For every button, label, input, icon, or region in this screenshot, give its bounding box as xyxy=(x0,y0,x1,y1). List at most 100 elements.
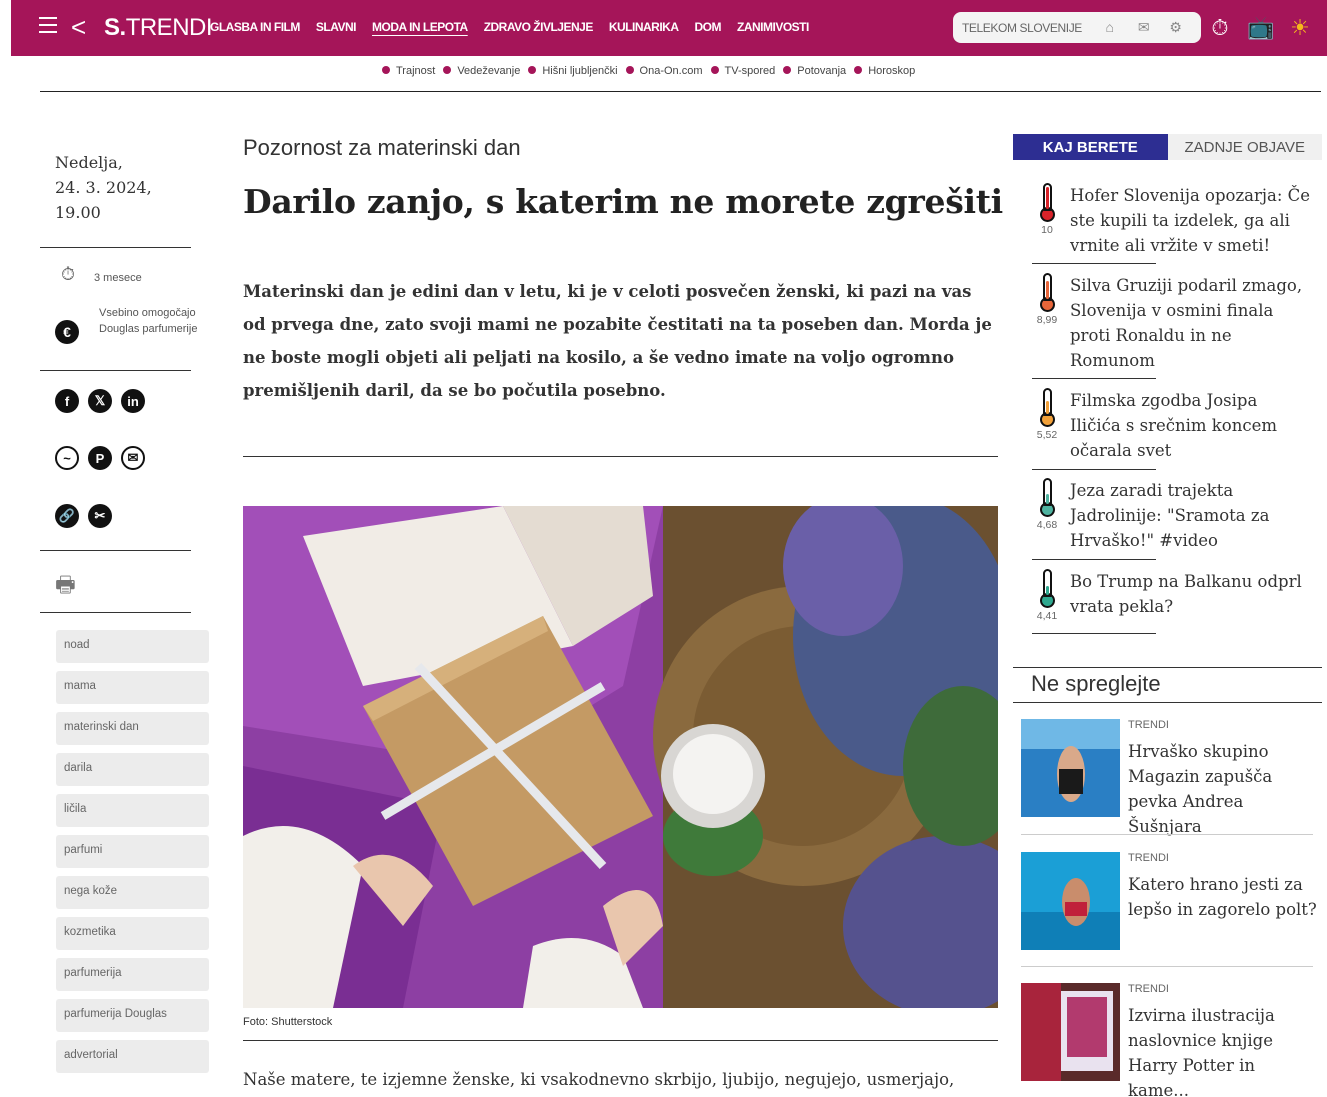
teaser-thumbnail[interactable] xyxy=(1021,719,1120,817)
tab-kaj-berete[interactable]: KAJ BERETE xyxy=(1013,134,1168,160)
site-logo[interactable]: S.TRENDI xyxy=(104,13,213,43)
divider xyxy=(243,456,998,457)
messenger-icon[interactable]: ~ xyxy=(55,446,79,470)
tag[interactable]: advertorial xyxy=(56,1040,209,1073)
divider xyxy=(1032,559,1156,560)
popular-title[interactable]: Jeza zaradi trajekta Jadrolinije: "Sramo… xyxy=(1070,478,1312,553)
mail-icon[interactable]: ✉ xyxy=(1135,19,1152,36)
menu-icon[interactable] xyxy=(39,17,57,37)
share-row: 🔗 ✂ xyxy=(55,504,112,528)
popular-item[interactable]: 8,99 Silva Gruziji podaril zmago, Sloven… xyxy=(1032,273,1312,373)
tab-zadnje-objave[interactable]: ZADNJE OBJAVE xyxy=(1167,134,1322,160)
popular-title[interactable]: Hofer Slovenija opozarja: Če ste kupili … xyxy=(1070,183,1312,258)
teaser-card[interactable]: TRENDI Izvirna ilustracija naslovnice kn… xyxy=(1021,983,1314,1097)
euro-icon: € xyxy=(55,320,79,344)
thermometer-icon: 8,99 xyxy=(1032,273,1062,326)
tag[interactable]: parfumerija xyxy=(56,958,209,991)
popular-item[interactable]: 5,52 Filmska zgodba Josipa Iličića s sre… xyxy=(1032,388,1312,468)
tag[interactable]: noad xyxy=(56,630,209,663)
tag[interactable]: parfumi xyxy=(56,835,209,868)
divider xyxy=(1032,378,1156,379)
popular-item[interactable]: 4,41 Bo Trump na Balkanu odprl vrata pek… xyxy=(1032,569,1312,629)
nav-glasba-in-film[interactable]: GLASBA IN FILM xyxy=(210,20,300,34)
settings-icon[interactable]: ⚙ xyxy=(1167,19,1184,36)
article-headline: Darilo zanjo, s katerim ne morete zgreši… xyxy=(243,182,1003,221)
tag-list: noad mama materinski dan darila ličila p… xyxy=(56,630,209,1081)
tag[interactable]: nega kože xyxy=(56,876,209,909)
popular-title[interactable]: Silva Gruziji podaril zmago, Slovenija v… xyxy=(1070,273,1312,373)
divider xyxy=(1013,667,1322,668)
divider xyxy=(40,612,191,613)
main-nav: GLASBA IN FILM SLAVNI MODA IN LEPOTA ZDR… xyxy=(210,20,809,34)
thermometer-icon: 5,52 xyxy=(1032,388,1062,441)
nav-dom[interactable]: DOM xyxy=(695,20,722,34)
tag[interactable]: kozmetika xyxy=(56,917,209,950)
divider xyxy=(40,91,1321,92)
teaser-thumbnail[interactable] xyxy=(1021,983,1120,1081)
share-row: f 𝕏 in xyxy=(55,389,145,413)
home-icon[interactable]: ⌂ xyxy=(1101,19,1118,36)
divider xyxy=(1021,966,1313,967)
divider xyxy=(1032,469,1156,470)
subnav-item[interactable]: Hišni ljubljenčki xyxy=(528,65,618,77)
tag[interactable]: ličila xyxy=(56,794,209,827)
teaser-thumbnail[interactable] xyxy=(1021,852,1120,950)
tag[interactable]: mama xyxy=(56,671,209,704)
email-icon[interactable]: ✉ xyxy=(121,446,145,470)
article-photo xyxy=(243,506,998,1008)
thermometer-icon: 10 xyxy=(1032,183,1062,236)
subnav-item[interactable]: Potovanja xyxy=(783,65,846,77)
sponsor-note: € Vsebino omogočajo Douglas parfumerije xyxy=(55,305,202,344)
thermometer-icon: 4,41 xyxy=(1032,569,1062,622)
linkedin-icon[interactable]: in xyxy=(121,389,145,413)
subnav-item[interactable]: Vedeževanje xyxy=(443,65,520,77)
provider-box[interactable]: TELEKOM SLOVENIJE ⌂ ✉ ⚙ xyxy=(953,12,1201,43)
teaser-title[interactable]: Izvirna ilustracija naslovnice knjige Ha… xyxy=(1128,1003,1318,1097)
article-kicker: Pozornost za materinski dan xyxy=(243,135,521,160)
nav-zanimivosti[interactable]: ZANIMIVOSTI xyxy=(737,20,809,34)
tag[interactable]: parfumerija Douglas xyxy=(56,999,209,1032)
popular-title[interactable]: Filmska zgodba Josipa Iličića s srečnim … xyxy=(1070,388,1312,463)
publish-date: Nedelja, 24. 3. 2024, 19.00 xyxy=(55,153,152,222)
subnav-item[interactable]: TV-spored xyxy=(710,65,775,77)
tv-icon[interactable]: 📺 xyxy=(1247,14,1274,42)
copy-link-icon[interactable]: 🔗 xyxy=(55,504,79,528)
unlink-icon[interactable]: ✂ xyxy=(88,504,112,528)
nav-slavni[interactable]: SLAVNI xyxy=(316,20,357,34)
teaser-title[interactable]: Hrvaško skupino Magazin zapušča pevka An… xyxy=(1128,739,1318,839)
teaser-card[interactable]: TRENDI Hrvaško skupino Magazin zapušča p… xyxy=(1021,719,1314,836)
back-icon[interactable]: < xyxy=(71,12,86,42)
print-icon[interactable]: 🖶 xyxy=(55,568,76,606)
popular-item[interactable]: 10 Hofer Slovenija opozarja: Če ste kupi… xyxy=(1032,183,1312,263)
provider-label: TELEKOM SLOVENIJE xyxy=(962,20,1082,35)
divider xyxy=(1032,633,1156,634)
tag[interactable]: materinski dan xyxy=(56,712,209,745)
facebook-icon[interactable]: f xyxy=(55,389,79,413)
tag[interactable]: darila xyxy=(56,753,209,786)
article-body: Naše matere, te izjemne ženske, ki vsako… xyxy=(243,1070,955,1089)
sun-icon[interactable]: ☀ xyxy=(1287,14,1313,42)
divider xyxy=(1021,834,1313,835)
popular-title[interactable]: Bo Trump na Balkanu odprl vrata pekla? xyxy=(1070,569,1312,619)
nav-kulinarika[interactable]: KULINARIKA xyxy=(609,20,679,34)
popular-item[interactable]: 4,68 Jeza zaradi trajekta Jadrolinije: "… xyxy=(1032,478,1312,558)
teaser-card[interactable]: TRENDI Katero hrano jesti za lepšo in za… xyxy=(1021,852,1317,952)
subnav-item[interactable]: Trajnost xyxy=(382,65,435,77)
photo-caption: Foto: Shutterstock xyxy=(243,1016,333,1028)
x-icon[interactable]: 𝕏 xyxy=(88,389,112,413)
nav-zdravo-zivljenje[interactable]: ZDRAVO ŽIVLJENJE xyxy=(484,20,594,34)
divider xyxy=(1013,702,1322,703)
subnav-item[interactable]: Ona-On.com xyxy=(625,65,703,77)
divider xyxy=(40,370,191,371)
sidebar-tabs: KAJ BERETE ZADNJE OBJAVE xyxy=(1013,134,1322,160)
divider xyxy=(40,550,191,551)
article-age: ⏱ 3 mesece xyxy=(55,265,142,290)
divider xyxy=(40,247,191,248)
subnav-item[interactable]: Horoskop xyxy=(854,65,915,77)
nav-moda-in-lepota[interactable]: MODA IN LEPOTA xyxy=(372,20,468,34)
teaser-title[interactable]: Katero hrano jesti za lepšo in zagorelo … xyxy=(1128,872,1318,922)
timer-icon[interactable]: ⏱ xyxy=(1207,14,1233,42)
share-row: ~ P ✉ xyxy=(55,446,145,470)
pinterest-icon[interactable]: P xyxy=(88,446,112,470)
sub-nav: Trajnost Vedeževanje Hišni ljubljenčki O… xyxy=(382,65,915,77)
